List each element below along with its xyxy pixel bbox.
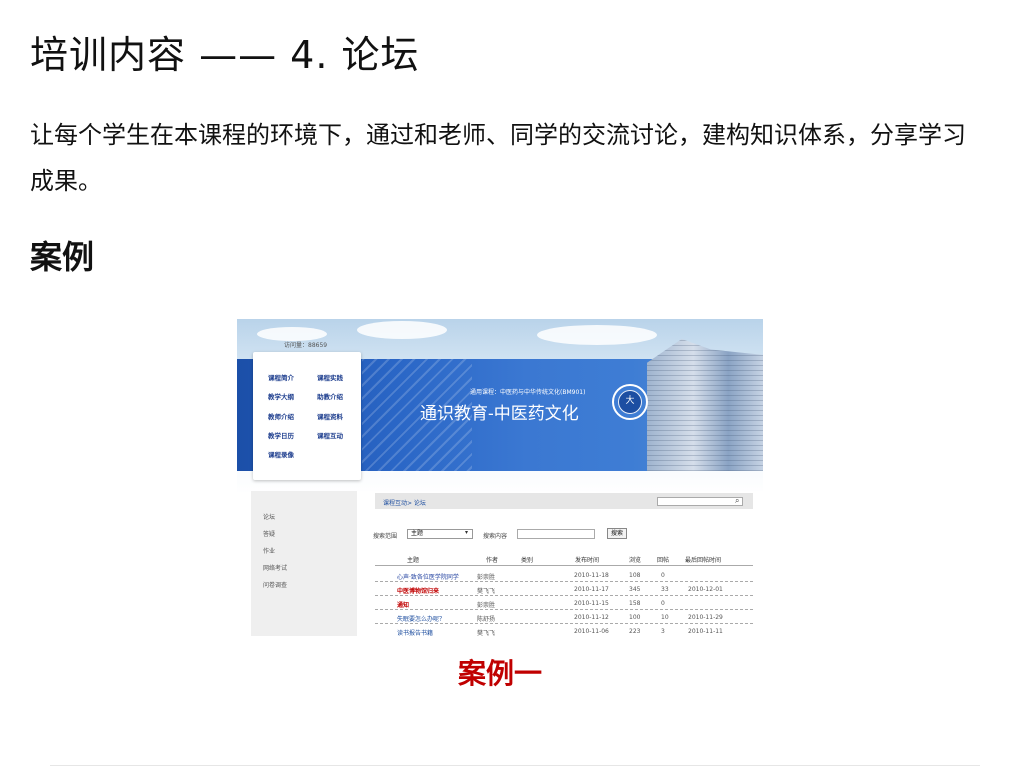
last-reply-cell: 2010-11-11 bbox=[688, 628, 723, 635]
section-heading: 案例 bbox=[30, 238, 95, 276]
sidebar-item-qa[interactable]: 答疑 bbox=[263, 529, 275, 538]
replies-cell: 0 bbox=[661, 572, 665, 579]
views-cell: 158 bbox=[629, 600, 641, 607]
nav-course-videos[interactable]: 课程录像 bbox=[268, 449, 294, 459]
cloud-3 bbox=[257, 327, 327, 341]
search-scope-label: 搜索范围 bbox=[373, 533, 398, 540]
nav-ta-intro[interactable]: 助教介绍 bbox=[317, 391, 343, 401]
sidebar-item-survey[interactable]: 问卷调查 bbox=[263, 580, 287, 589]
date-cell: 2010-11-17 bbox=[574, 586, 609, 593]
chevron-down-icon[interactable]: ▾ bbox=[465, 529, 468, 536]
replies-cell: 33 bbox=[661, 586, 669, 593]
sidebar-item-homework[interactable]: 作业 bbox=[263, 546, 275, 555]
nav-teacher-intro[interactable]: 教师介绍 bbox=[268, 411, 294, 421]
author-cell: 彭崇胜 bbox=[477, 574, 496, 581]
header-divider bbox=[375, 565, 753, 566]
search-icon[interactable]: ⌕ bbox=[735, 496, 739, 506]
views-cell: 108 bbox=[629, 572, 641, 579]
sidebar-item-forum[interactable]: 论坛 bbox=[263, 512, 275, 521]
cloud-1 bbox=[357, 321, 447, 339]
slide-description: 让每个学生在本课程的环境下，通过和老师、同学的交流讨论，建构知识体系，分享学习成… bbox=[30, 121, 966, 195]
col-header-replies: 回帖 bbox=[657, 557, 670, 564]
sidebar-item-online-exam[interactable]: 网络考试 bbox=[263, 563, 287, 572]
date-cell: 2010-11-06 bbox=[574, 628, 609, 635]
nav-course-practice[interactable]: 课程实践 bbox=[317, 372, 343, 382]
col-header-last-reply: 最后回帖时间 bbox=[685, 557, 722, 564]
topic-link[interactable]: 失眠要怎么办呢？ bbox=[397, 614, 445, 623]
date-cell: 2010-11-12 bbox=[574, 614, 609, 621]
breadcrumb[interactable]: 课程互动> 论坛 bbox=[383, 498, 426, 507]
course-title: 通识教育-中医药文化 bbox=[420, 404, 579, 424]
slide-footer-line bbox=[50, 765, 980, 766]
nav-course-interaction[interactable]: 课程互动 bbox=[317, 430, 343, 440]
row-divider bbox=[375, 623, 753, 624]
course-subtitle: 通用课程：中医药与中华传统文化(BM901) bbox=[470, 389, 586, 396]
cloud-2 bbox=[537, 325, 657, 345]
topic-link[interactable]: 通知 bbox=[397, 600, 409, 609]
date-cell: 2010-11-18 bbox=[574, 572, 609, 579]
col-header-topic: 主题 bbox=[407, 557, 420, 564]
nav-teaching-calendar[interactable]: 教学日历 bbox=[268, 430, 294, 440]
topic-link[interactable]: 读书报告书籍 bbox=[397, 628, 433, 636]
topic-link[interactable]: 中医博物馆归来 bbox=[397, 586, 439, 595]
col-header-category: 类别 bbox=[521, 557, 534, 564]
nav-course-materials[interactable]: 课程资料 bbox=[317, 411, 343, 421]
author-cell: 彭崇胜 bbox=[477, 602, 496, 609]
row-divider bbox=[375, 595, 753, 596]
date-cell: 2010-11-15 bbox=[574, 600, 609, 607]
building-windows bbox=[647, 339, 763, 471]
last-reply-cell: 2010-12-01 bbox=[688, 586, 723, 593]
views-cell: 100 bbox=[629, 614, 641, 621]
search-scope-select[interactable]: 主题 bbox=[407, 529, 473, 539]
replies-cell: 0 bbox=[661, 600, 665, 607]
views-cell: 223 bbox=[629, 628, 641, 635]
quick-search-input[interactable] bbox=[657, 497, 743, 506]
nav-syllabus[interactable]: 教学大纲 bbox=[268, 391, 294, 401]
replies-cell: 3 bbox=[661, 628, 665, 635]
replies-cell: 10 bbox=[661, 614, 669, 621]
search-content-input[interactable] bbox=[517, 529, 595, 539]
slide-title: 培训内容 —— 4. 论坛 bbox=[30, 33, 420, 77]
row-divider bbox=[375, 609, 753, 610]
row-divider bbox=[375, 581, 753, 582]
author-cell: 樊飞飞 bbox=[477, 630, 496, 636]
figure-caption: 案例一 bbox=[457, 657, 542, 690]
search-button[interactable]: 搜索 bbox=[607, 528, 627, 539]
author-cell: 陈舒扬 bbox=[477, 616, 496, 623]
last-reply-cell: 2010-11-29 bbox=[688, 614, 723, 621]
forum-screenshot: 访问量：88659 课程简介 课程实践 教学大纲 助教介绍 教师介绍 课程资料 … bbox=[237, 319, 763, 636]
col-header-post-time: 发布时间 bbox=[575, 557, 600, 564]
nav-course-intro[interactable]: 课程简介 bbox=[268, 372, 294, 382]
author-cell: 樊飞飞 bbox=[477, 588, 496, 595]
emblem-center: 大 bbox=[618, 390, 642, 414]
topic-link[interactable]: 心声·致各位医学院同学 bbox=[397, 572, 459, 581]
visit-counter: 访问量：88659 bbox=[284, 342, 328, 349]
col-header-author: 作者 bbox=[486, 557, 499, 564]
search-content-label: 搜索内容 bbox=[483, 533, 508, 540]
col-header-views: 浏览 bbox=[629, 557, 642, 564]
views-cell: 345 bbox=[629, 586, 641, 593]
